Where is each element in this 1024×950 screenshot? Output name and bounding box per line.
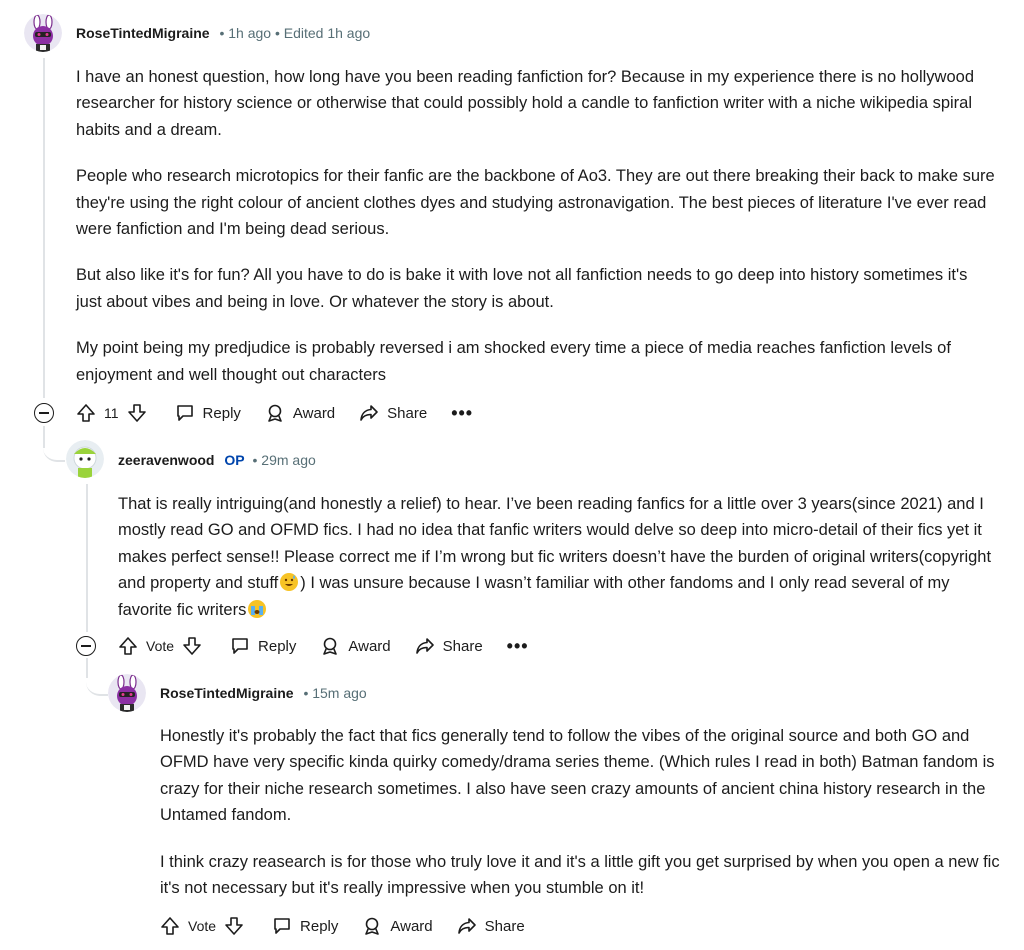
avatar[interactable] [108, 674, 146, 712]
thread-line-2 [86, 484, 88, 632]
comment-actions: Vote Reply Award Share [160, 910, 549, 942]
downvote-icon[interactable] [127, 403, 147, 423]
downvote-icon[interactable] [182, 636, 202, 656]
comment-meta: RoseTintedMigraine • 1h ago • Edited 1h … [76, 25, 370, 41]
share-label: Share [387, 404, 428, 422]
username[interactable]: RoseTintedMigraine [160, 685, 294, 701]
comment-meta: RoseTintedMigraine • 15m ago [160, 685, 367, 701]
upvote-icon[interactable] [76, 403, 96, 423]
vote-group: Vote [118, 636, 202, 656]
award-button[interactable]: Award [320, 636, 391, 656]
award-button[interactable]: Award [265, 403, 335, 423]
reply-label: Reply [300, 917, 339, 935]
vote-group: 11 [76, 403, 147, 423]
reply-bubble-icon [176, 405, 193, 421]
comment-meta: zeeravenwood OP • 29m ago [118, 452, 316, 468]
award-label: Award [292, 404, 336, 422]
comment-actions: Vote Reply Award Share ••• [118, 630, 553, 662]
username[interactable]: RoseTintedMigraine [76, 25, 210, 41]
share-button[interactable]: Share [359, 403, 427, 423]
award-icon [323, 637, 338, 655]
sweat-smile-emoji [280, 573, 299, 592]
reply-label: Reply [258, 637, 297, 655]
reply-button[interactable]: Reply [175, 403, 241, 423]
comment-body: I have an honest question, how long have… [76, 64, 996, 408]
timestamp: • 29m ago [252, 452, 316, 468]
comment-paragraph: Honestly it's probably the fact that fic… [160, 727, 995, 825]
comment-paragraph: I have an honest question, how long have… [76, 68, 975, 139]
username[interactable]: zeeravenwood [118, 452, 214, 468]
reply-bubble-icon [232, 638, 248, 654]
downvote-icon[interactable] [224, 916, 244, 936]
thread-connector-1 [43, 430, 65, 462]
op-badge: OP [224, 452, 245, 468]
reply-button[interactable]: Reply [272, 916, 338, 936]
comment-body: That is really intriguing(and honestly a… [118, 491, 998, 643]
share-button[interactable]: Share [457, 916, 525, 936]
comment-paragraph: My point being my predjudice is probably… [76, 339, 951, 384]
award-label: Award [390, 917, 433, 935]
reply-button[interactable]: Reply [230, 636, 296, 656]
share-icon [415, 638, 434, 654]
thread-line-root [43, 58, 45, 398]
share-label: Share [442, 637, 483, 655]
share-label: Share [484, 917, 525, 935]
award-icon [365, 917, 380, 935]
avatar[interactable] [66, 440, 104, 478]
thread-connector-2 [86, 660, 108, 696]
crying-emoji [248, 599, 267, 618]
reply-label: Reply [202, 404, 241, 422]
award-button[interactable]: Award [362, 916, 433, 936]
award-icon [268, 404, 282, 422]
award-label: Award [348, 637, 391, 655]
comment-paragraph: That is really intriguing(and honestly a… [118, 491, 998, 623]
comment-paragraph: People who research microtopics for thei… [76, 167, 995, 239]
vote-label: Vote [146, 638, 175, 654]
upvote-icon[interactable] [160, 916, 180, 936]
share-icon [360, 405, 378, 421]
avatar[interactable] [24, 14, 62, 52]
vote-label: Vote [188, 918, 217, 934]
share-icon [457, 918, 476, 934]
share-button[interactable]: Share [415, 636, 483, 656]
comment-actions: 11 Reply Award Share ••• [76, 397, 497, 429]
timestamp: • 1h ago • Edited 1h ago [219, 25, 371, 41]
timestamp: • 15m ago [303, 685, 367, 701]
comment-paragraph: But also like it's for fun? All you have… [76, 266, 968, 311]
vote-count: 11 [104, 405, 119, 421]
collapse-icon[interactable] [34, 403, 54, 423]
comment-body: Honestly it's probably the fact that fic… [160, 723, 1005, 921]
more-icon[interactable]: ••• [507, 636, 529, 657]
comment-paragraph: I think crazy reasearch is for those who… [160, 852, 1000, 898]
more-icon[interactable]: ••• [451, 403, 473, 424]
upvote-icon[interactable] [118, 636, 138, 656]
collapse-icon[interactable] [76, 636, 96, 656]
reply-bubble-icon [274, 918, 290, 934]
vote-group: Vote [160, 916, 244, 936]
